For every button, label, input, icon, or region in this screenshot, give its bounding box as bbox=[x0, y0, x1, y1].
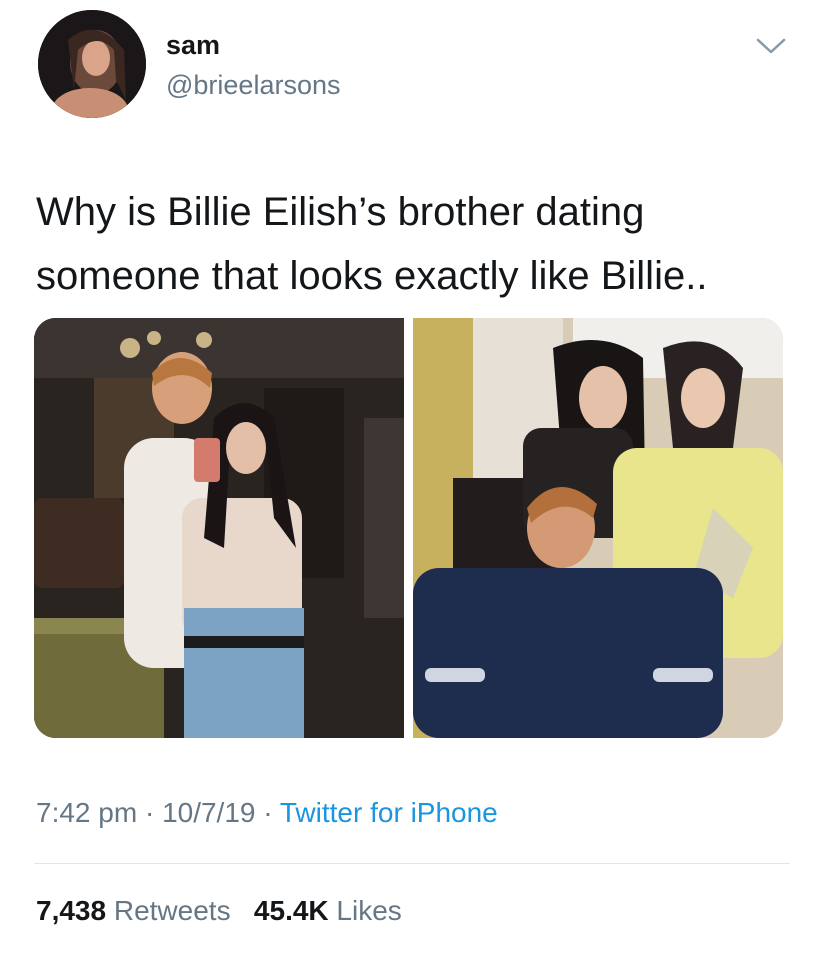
avatar-photo bbox=[38, 10, 146, 118]
retweets-count: 7,438 bbox=[36, 895, 107, 926]
user-handle[interactable]: @brieelarsons bbox=[166, 70, 341, 101]
tweet-date[interactable]: 10/7/19 bbox=[162, 797, 255, 828]
tweet-time[interactable]: 7:42 pm bbox=[36, 797, 137, 828]
likes-stat[interactable]: 45.4K Likes bbox=[254, 895, 402, 926]
separator: · bbox=[263, 797, 273, 828]
likes-label: Likes bbox=[336, 895, 402, 926]
display-name[interactable]: sam bbox=[166, 30, 220, 61]
engagement-stats: 7,438 Retweets 45.4K Likes bbox=[36, 895, 402, 927]
tweet-metadata: 7:42 pm · 10/7/19 · Twitter for iPhone bbox=[36, 797, 498, 829]
retweets-stat[interactable]: 7,438 Retweets bbox=[36, 895, 238, 926]
separator: · bbox=[144, 797, 155, 828]
tweet-source-link[interactable]: Twitter for iPhone bbox=[280, 797, 498, 828]
divider bbox=[34, 863, 790, 864]
tweet-photo-2[interactable] bbox=[413, 318, 783, 738]
tweet-photo-1[interactable] bbox=[34, 318, 404, 738]
chevron-down-icon[interactable] bbox=[754, 34, 788, 58]
tweet-text: Why is Billie Eilish’s brother dating so… bbox=[36, 190, 708, 298]
likes-count: 45.4K bbox=[253, 895, 329, 926]
retweets-label: Retweets bbox=[113, 895, 231, 926]
avatar[interactable] bbox=[38, 10, 146, 118]
